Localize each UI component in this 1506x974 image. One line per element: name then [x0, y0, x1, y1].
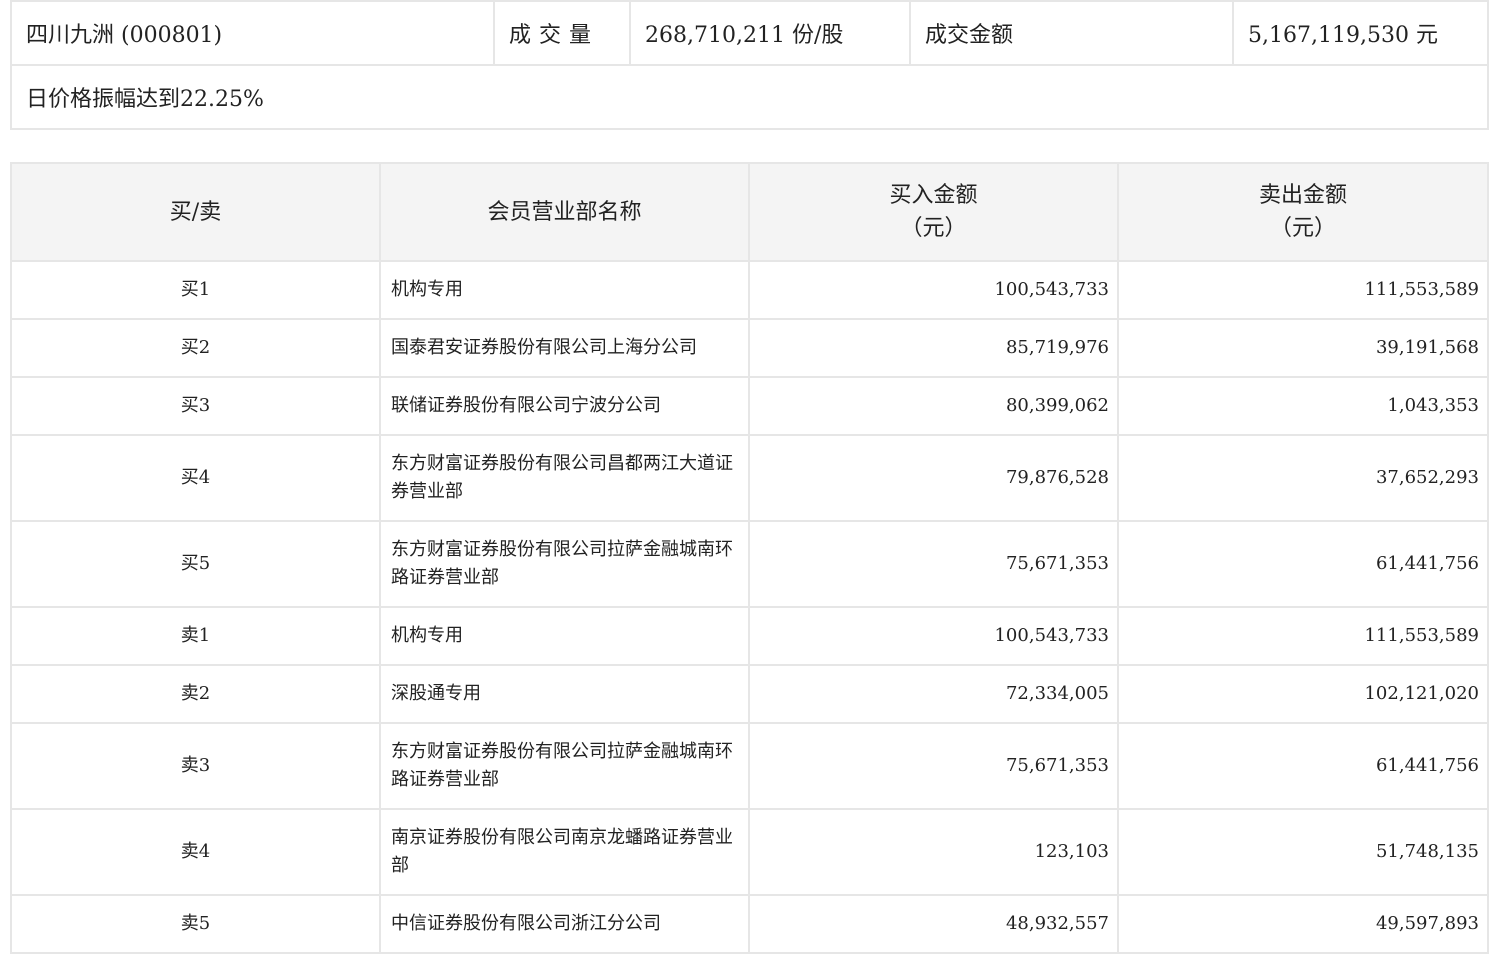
row-buy-amount: 85,719,976	[748, 318, 1119, 378]
row-side: 卖3	[10, 722, 381, 810]
amount-value: 5,167,119,530 元	[1232, 0, 1489, 66]
listing-reason: 日价格振幅达到22.25%	[10, 64, 1489, 130]
row-side: 卖5	[10, 894, 381, 954]
header-sell-unit: （元）	[1269, 216, 1336, 241]
row-sell-amount: 37,652,293	[1117, 434, 1489, 522]
row-buy-amount: 48,932,557	[748, 894, 1119, 954]
table-row: 买3 联储证券股份有限公司宁波分公司 80,399,062 1,043,353	[10, 376, 1489, 436]
header-sell: 卖出金额 （元）	[1117, 162, 1489, 262]
row-buy-amount: 100,543,733	[748, 260, 1119, 320]
row-buy-amount: 75,671,353	[748, 722, 1119, 810]
table-row: 卖1 机构专用 100,543,733 111,553,589	[10, 606, 1489, 666]
reason-row: 日价格振幅达到22.25%	[10, 64, 1489, 130]
table-row: 卖4 南京证券股份有限公司南京龙蟠路证券营业部 123,103 51,748,1…	[10, 808, 1489, 896]
row-side: 卖4	[10, 808, 381, 896]
row-sell-amount: 39,191,568	[1117, 318, 1489, 378]
header-buy-unit: （元）	[900, 216, 967, 241]
row-member-name: 国泰君安证券股份有限公司上海分公司	[379, 318, 750, 378]
header-buy-label: 买入金额	[889, 183, 978, 208]
header-sell-label: 卖出金额	[1258, 183, 1347, 208]
row-member-name: 东方财富证券股份有限公司拉萨金融城南环路证券营业部	[379, 520, 750, 608]
row-side: 买2	[10, 318, 381, 378]
table-row: 卖3 东方财富证券股份有限公司拉萨金融城南环路证券营业部 75,671,353 …	[10, 722, 1489, 810]
row-buy-amount: 80,399,062	[748, 376, 1119, 436]
row-buy-amount: 72,334,005	[748, 664, 1119, 724]
volume-value: 268,710,211 份/股	[629, 0, 911, 66]
row-member-name: 机构专用	[379, 606, 750, 666]
table-row: 卖5 中信证券股份有限公司浙江分公司 48,932,557 49,597,893	[10, 894, 1489, 954]
row-sell-amount: 1,043,353	[1117, 376, 1489, 436]
row-sell-amount: 49,597,893	[1117, 894, 1489, 954]
header-buy: 买入金额 （元）	[748, 162, 1119, 262]
row-sell-amount: 111,553,589	[1117, 606, 1489, 666]
header-row: 买/卖 会员营业部名称 买入金额 （元） 卖出金额 （元）	[10, 162, 1489, 262]
row-member-name: 机构专用	[379, 260, 750, 320]
row-side: 卖1	[10, 606, 381, 666]
header-side: 买/卖	[10, 162, 381, 262]
row-side: 买4	[10, 434, 381, 522]
row-buy-amount: 123,103	[748, 808, 1119, 896]
row-buy-amount: 100,543,733	[748, 606, 1119, 666]
table-row: 买2 国泰君安证券股份有限公司上海分公司 85,719,976 39,191,5…	[10, 318, 1489, 378]
row-sell-amount: 102,121,020	[1117, 664, 1489, 724]
row-member-name: 东方财富证券股份有限公司拉萨金融城南环路证券营业部	[379, 722, 750, 810]
row-sell-amount: 51,748,135	[1117, 808, 1489, 896]
row-side: 买1	[10, 260, 381, 320]
row-buy-amount: 79,876,528	[748, 434, 1119, 522]
member-table: 买/卖 会员营业部名称 买入金额 （元） 卖出金额 （元） 买1 机构专用 10…	[10, 162, 1489, 954]
row-sell-amount: 61,441,756	[1117, 520, 1489, 608]
row-side: 买3	[10, 376, 381, 436]
table-row: 买1 机构专用 100,543,733 111,553,589	[10, 260, 1489, 320]
table-row: 买4 东方财富证券股份有限公司昌都两江大道证券营业部 79,876,528 37…	[10, 434, 1489, 522]
summary-row: 四川九洲 (000801) 成交量 268,710,211 份/股 成交金额 5…	[10, 0, 1489, 66]
row-sell-amount: 61,441,756	[1117, 722, 1489, 810]
table-row: 买5 东方财富证券股份有限公司拉萨金融城南环路证券营业部 75,671,353 …	[10, 520, 1489, 608]
row-side: 买5	[10, 520, 381, 608]
stock-name: 四川九洲 (000801)	[10, 0, 495, 66]
row-member-name: 深股通专用	[379, 664, 750, 724]
amount-label: 成交金额	[909, 0, 1234, 66]
row-buy-amount: 75,671,353	[748, 520, 1119, 608]
volume-label: 成交量	[493, 0, 631, 66]
table-row: 卖2 深股通专用 72,334,005 102,121,020	[10, 664, 1489, 724]
row-sell-amount: 111,553,589	[1117, 260, 1489, 320]
row-member-name: 联储证券股份有限公司宁波分公司	[379, 376, 750, 436]
row-member-name: 南京证券股份有限公司南京龙蟠路证券营业部	[379, 808, 750, 896]
row-member-name: 中信证券股份有限公司浙江分公司	[379, 894, 750, 954]
summary-table: 四川九洲 (000801) 成交量 268,710,211 份/股 成交金额 5…	[10, 0, 1489, 130]
row-side: 卖2	[10, 664, 381, 724]
header-name: 会员营业部名称	[379, 162, 750, 262]
row-member-name: 东方财富证券股份有限公司昌都两江大道证券营业部	[379, 434, 750, 522]
